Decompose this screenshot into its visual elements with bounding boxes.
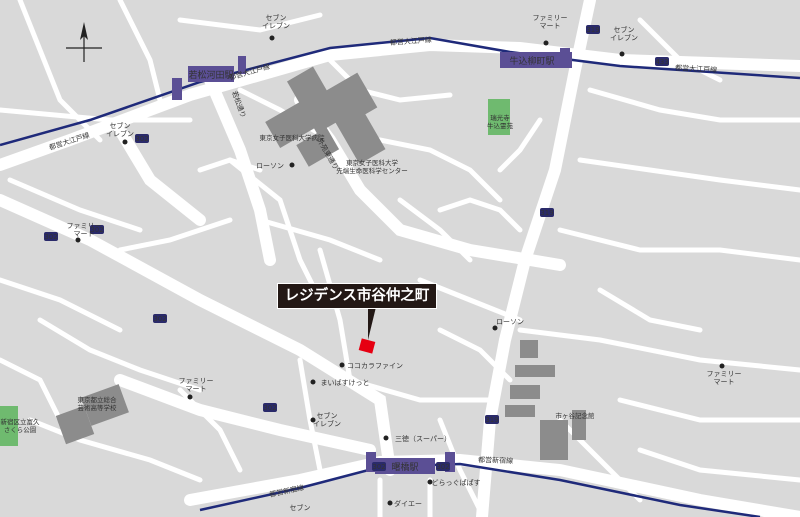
poi-lawson-1: ローソン xyxy=(256,162,284,170)
svg-text:302: 302 xyxy=(436,463,449,471)
route-shield: 319 xyxy=(586,25,600,34)
route-shield: 302 xyxy=(436,462,450,471)
property-title: レジデンス市谷仲之町 xyxy=(277,283,437,309)
station-label: 曙橋駅 xyxy=(391,461,418,473)
poi-seven-1: セブンイレブン xyxy=(262,13,290,30)
map-canvas: 若松河田駅 牛込柳町駅 曙橋駅 319 433 319 319 302 302 … xyxy=(0,0,800,517)
poi-school: 東京都立総合芸術高等学校 xyxy=(78,395,118,412)
poi-seven-2: セブンイレブン xyxy=(610,25,638,42)
svg-text:302: 302 xyxy=(44,233,57,241)
poi-twmu-hospital: 東京女子医科大学病院 xyxy=(260,133,326,142)
route-shield: 302 xyxy=(372,462,386,471)
route-shield: 302 xyxy=(44,232,58,241)
poi-park: 新宿区立富久さくら公園 xyxy=(1,417,41,434)
route-shield: 319 xyxy=(540,208,554,217)
svg-text:319: 319 xyxy=(540,209,553,217)
svg-text:433: 433 xyxy=(655,58,668,66)
poi-lawson-2: ローソン xyxy=(496,318,524,326)
poi-maibasket: まいばすけっと xyxy=(321,378,370,387)
poi-zuikoji: 瑞光寺牛込霊苑 xyxy=(487,113,514,130)
svg-text:302: 302 xyxy=(135,135,148,143)
map[interactable]: 若松河田駅 牛込柳町駅 曙橋駅 319 433 319 319 302 302 … xyxy=(0,0,800,517)
route-shield: 319 xyxy=(485,415,499,424)
svg-text:302: 302 xyxy=(372,463,385,471)
poi-seven-4: セブンイレブン xyxy=(313,411,341,428)
poi-twmu-center: 東京女子医科大学先端生命医科学センター xyxy=(336,158,408,175)
poi-dora: どらっぐぱぱす xyxy=(432,479,481,487)
route-shield: 433 xyxy=(655,57,669,66)
svg-text:319: 319 xyxy=(485,416,498,424)
svg-text:319: 319 xyxy=(586,26,599,34)
poi-cocokara: ココカラファイン xyxy=(347,362,403,370)
station-label: 若松河田駅 xyxy=(188,69,233,81)
svg-text:302: 302 xyxy=(153,315,166,323)
poi-seven-5: セブン xyxy=(290,503,311,512)
poi-sanhashi: 三徳（スーパー） xyxy=(395,434,451,443)
poi-seven-3: セブンイレブン xyxy=(106,121,134,138)
poi-daiei: ダイエー xyxy=(394,499,422,508)
rail-line-label: 都営新宿線 xyxy=(478,455,513,465)
route-shield: 302 xyxy=(153,314,167,323)
svg-text:302: 302 xyxy=(263,404,276,412)
route-shield: 302 xyxy=(135,134,149,143)
station-label: 牛込柳町駅 xyxy=(509,55,554,67)
route-shield: 302 xyxy=(263,403,277,412)
poi-ichigaya: 市ヶ谷記念館 xyxy=(556,411,596,420)
